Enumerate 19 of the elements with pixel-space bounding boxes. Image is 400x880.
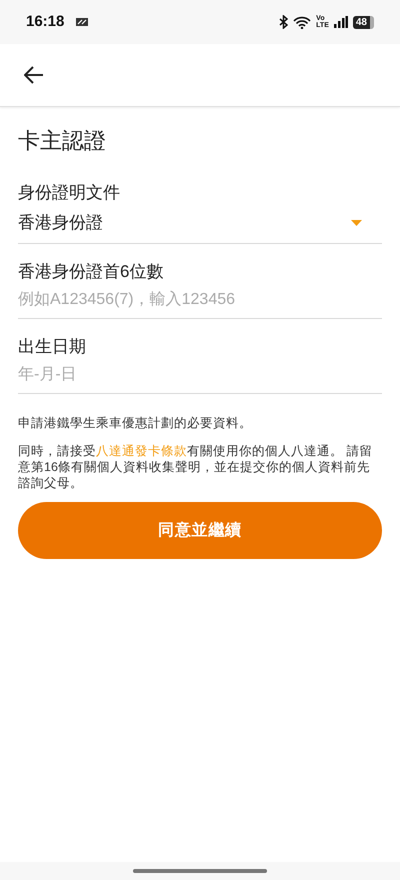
bluetooth-icon (279, 15, 288, 29)
wifi-icon (293, 16, 312, 28)
info-text: 申請港鐵學生乘車優惠計劃的必要資料。 (18, 415, 253, 432)
field-label: 身份證明文件 (18, 182, 121, 204)
consent-text: 同時，請接受八達通發卡條款有關使用你的個人八達通。 請留意第16條有關個人資料收集聲明，並在提交你的個人資料前先諮詢父母。 (18, 443, 374, 491)
battery-indicator: 48 (352, 16, 374, 28)
input-field[interactable]: 年-月-日 (18, 361, 382, 389)
back-arrow-icon (24, 66, 44, 84)
input-field[interactable]: 例如A123456(7)，輸入123456 (18, 286, 382, 314)
signal-icon (334, 16, 348, 28)
notification-icon (76, 18, 88, 26)
document-dropdown[interactable]: 香港身份證 (18, 207, 382, 239)
page-title: 卡主認證 (18, 127, 107, 155)
field-label: 出生日期 (18, 336, 87, 358)
field-label: 香港身份證首6位數 (18, 261, 164, 283)
terms-link[interactable]: 八達通發卡條款 (96, 444, 187, 458)
agree-continue-button[interactable]: 同意並繼續 (18, 502, 382, 559)
status-time: 16:18 (26, 12, 64, 32)
caret-icon (351, 220, 362, 226)
